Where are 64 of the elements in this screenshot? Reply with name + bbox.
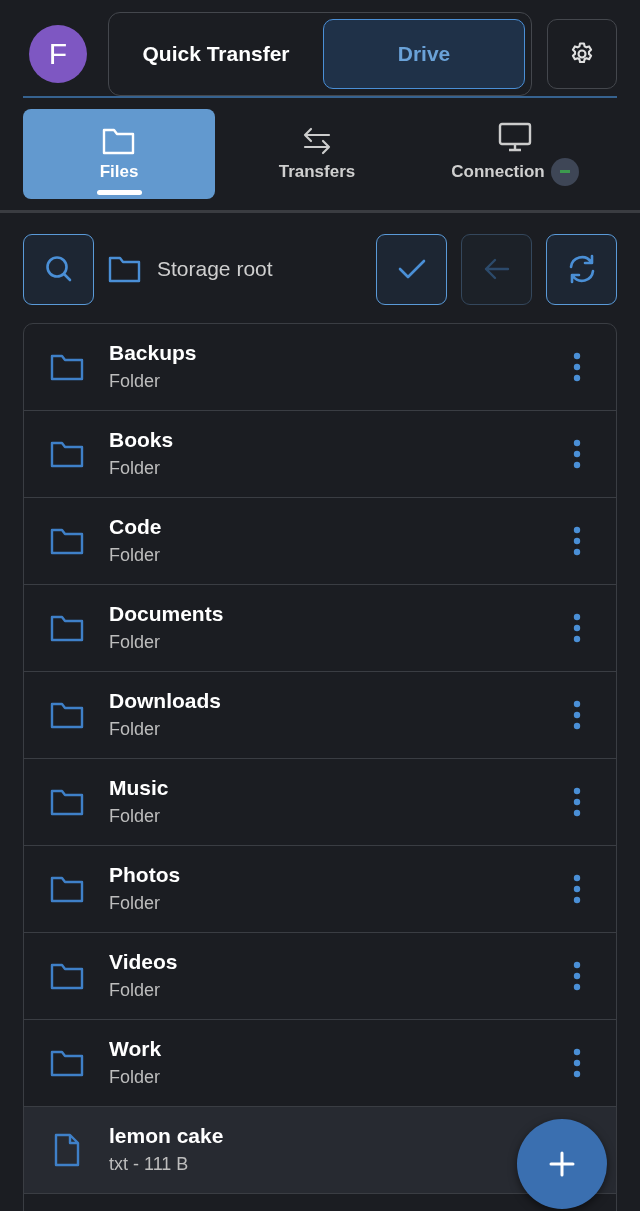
item-name: Code bbox=[109, 515, 162, 539]
more-icon bbox=[573, 1047, 581, 1078]
more-icon bbox=[573, 786, 581, 817]
file-list-row[interactable]: Backups Folder bbox=[24, 323, 616, 411]
swap-arrows-icon bbox=[302, 125, 332, 156]
folder-icon bbox=[108, 255, 141, 283]
current-path: Storage root bbox=[157, 257, 274, 281]
nav-tab[interactable]: Transfers bbox=[221, 108, 413, 199]
refresh-button[interactable] bbox=[546, 233, 617, 305]
item-name: Documents bbox=[109, 602, 224, 626]
item-detail: Folder bbox=[109, 371, 161, 392]
item-name: Backups bbox=[109, 341, 197, 365]
more-icon bbox=[573, 873, 581, 904]
monitor-icon bbox=[498, 121, 532, 152]
item-detail: Folder bbox=[109, 458, 161, 479]
select-button[interactable] bbox=[376, 233, 447, 305]
item-name: Work bbox=[109, 1037, 162, 1061]
file-list-row[interactable]: Downloads Folder bbox=[24, 671, 616, 759]
more-icon bbox=[573, 699, 581, 730]
avatar[interactable]: F bbox=[29, 25, 87, 83]
file-list-row[interactable]: Books Folder bbox=[24, 410, 616, 498]
file-list-row[interactable]: Videos Folder bbox=[24, 932, 616, 1020]
more-icon bbox=[573, 960, 581, 991]
settings-button[interactable] bbox=[547, 19, 617, 89]
item-name: lemon cake bbox=[109, 1124, 224, 1148]
back-arrow-icon bbox=[482, 257, 511, 281]
checkmark-icon bbox=[396, 257, 427, 281]
more-icon bbox=[573, 438, 581, 469]
file-list-row[interactable]: Documents Folder bbox=[24, 584, 616, 672]
plus-icon bbox=[549, 1151, 575, 1177]
folder-icon bbox=[50, 1048, 84, 1077]
item-detail: Folder bbox=[109, 632, 161, 653]
item-detail: Folder bbox=[109, 1067, 161, 1088]
item-detail: Folder bbox=[109, 893, 161, 914]
item-detail: Folder bbox=[109, 545, 161, 566]
folder-icon bbox=[50, 352, 84, 381]
search-icon bbox=[43, 254, 74, 284]
item-name: Downloads bbox=[109, 689, 221, 713]
item-detail: Folder bbox=[109, 806, 161, 827]
folder-icon bbox=[50, 439, 84, 468]
folder-icon bbox=[50, 613, 84, 642]
search-button[interactable] bbox=[23, 233, 94, 305]
item-name: Music bbox=[109, 776, 169, 800]
folder-icon bbox=[50, 787, 84, 816]
file-list-row[interactable]: Work Folder bbox=[24, 1019, 616, 1107]
more-icon bbox=[573, 612, 581, 643]
item-detail: Folder bbox=[109, 719, 161, 740]
folder-icon bbox=[50, 700, 84, 729]
folder-icon bbox=[50, 961, 84, 990]
nav-tab[interactable]: Connection bbox=[419, 108, 611, 199]
item-name: Photos bbox=[109, 863, 181, 887]
more-icon bbox=[573, 351, 581, 382]
more-icon bbox=[573, 525, 581, 556]
file-list-row[interactable]: Code Folder bbox=[24, 497, 616, 585]
file-list-row[interactable]: Music Folder bbox=[24, 758, 616, 846]
item-detail: txt - 111 B bbox=[109, 1154, 189, 1175]
file-list-row[interactable]: Photos Folder bbox=[24, 845, 616, 933]
item-detail: Folder bbox=[109, 980, 161, 1001]
item-name: Books bbox=[109, 428, 174, 452]
item-name: Videos bbox=[109, 950, 178, 974]
folder-icon bbox=[50, 526, 84, 555]
mode-option[interactable]: Drive bbox=[323, 19, 525, 89]
folder-icon bbox=[50, 874, 84, 903]
mode-option[interactable]: Quick Transfer bbox=[115, 19, 317, 89]
